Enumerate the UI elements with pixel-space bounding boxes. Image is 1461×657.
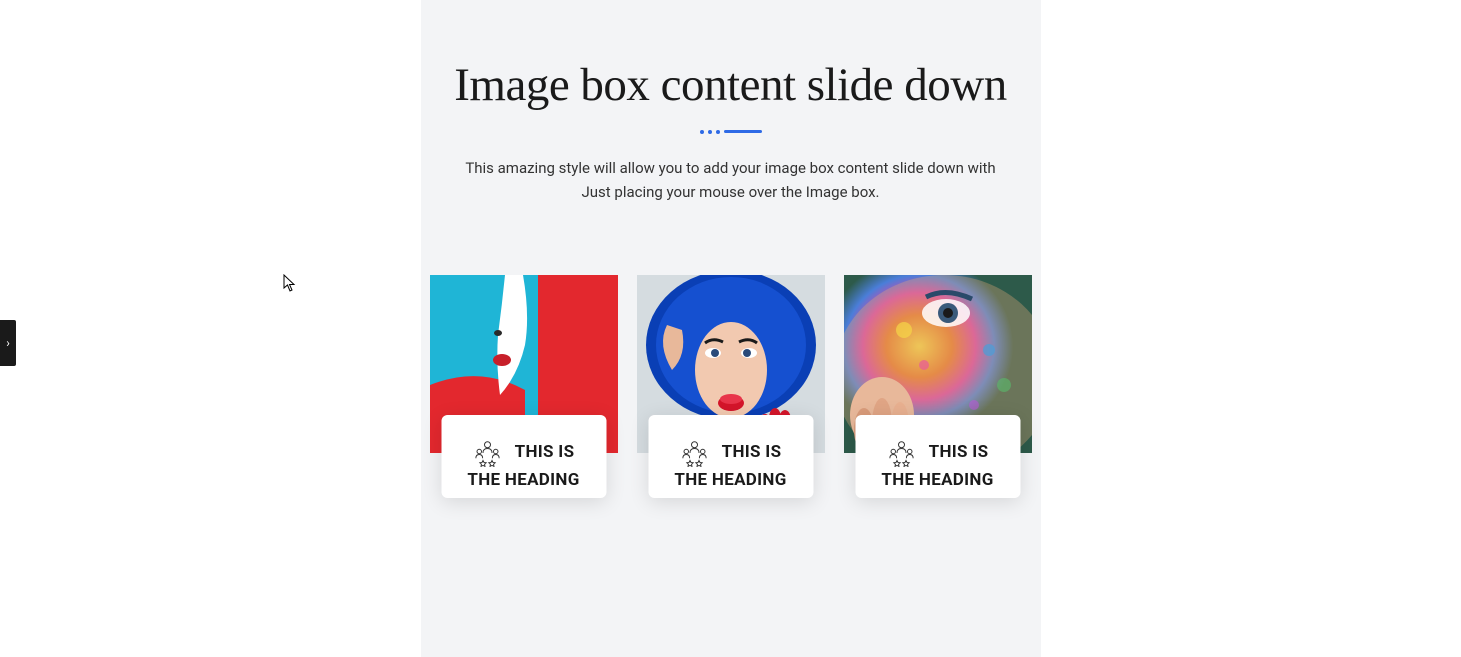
page-scroll-area[interactable]: Image box content slide down This amazin… [0, 0, 1461, 657]
team-rating-icon [887, 442, 921, 461]
image-box-1-card: THIS IS THE HEADING [441, 415, 606, 498]
content-container: Image box content slide down This amazin… [421, 0, 1041, 657]
team-rating-icon [473, 442, 507, 461]
image-box-2-card: THIS IS THE HEADING [648, 415, 813, 498]
image-box-3[interactable]: THIS IS THE HEADING [844, 275, 1032, 453]
page-title: Image box content slide down [451, 60, 1011, 112]
image-boxes-row: THIS IS THE HEADING [451, 275, 1011, 453]
title-divider [451, 130, 1011, 134]
team-rating-icon [680, 442, 714, 461]
image-box-1[interactable]: THIS IS THE HEADING [430, 275, 618, 453]
side-panel-toggle[interactable]: › [0, 320, 16, 366]
image-box-3-card: THIS IS THE HEADING [855, 415, 1020, 498]
chevron-right-icon: › [6, 336, 10, 350]
image-box-2[interactable]: THIS IS THE HEADING [637, 275, 825, 453]
page-subtitle: This amazing style will allow you to add… [451, 156, 1011, 206]
heading-section: Image box content slide down This amazin… [451, 60, 1011, 205]
